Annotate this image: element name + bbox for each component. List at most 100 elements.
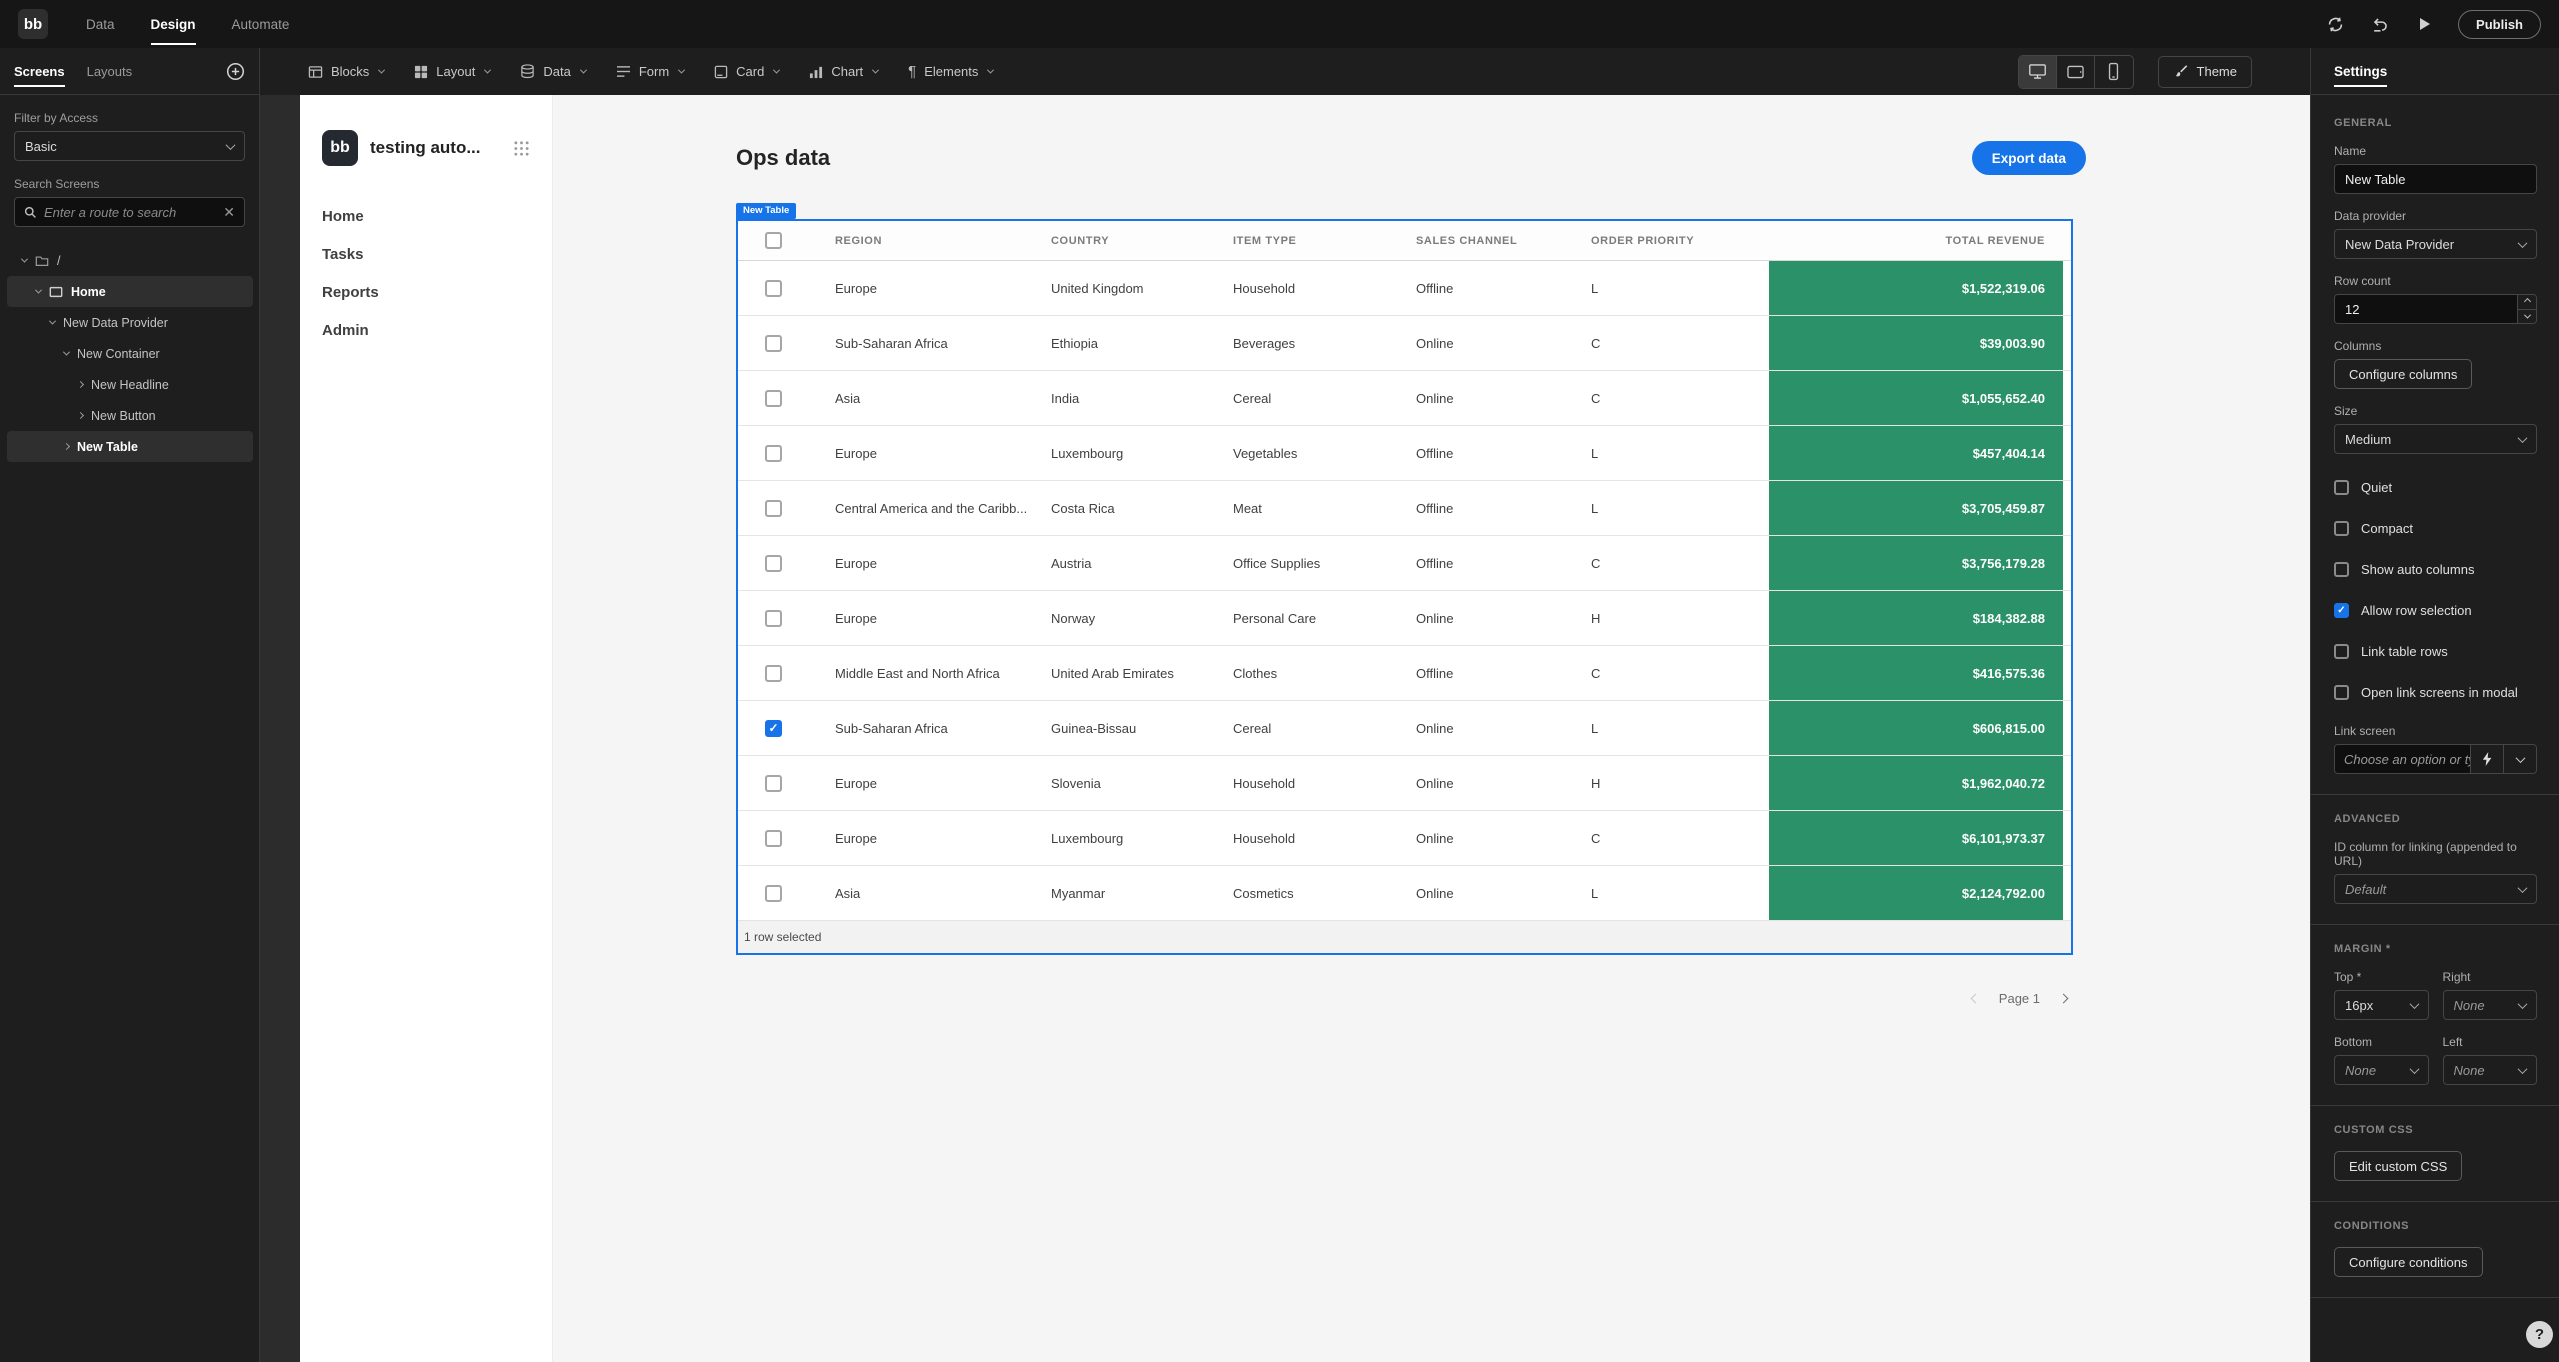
configure-columns-button[interactable]: Configure columns: [2334, 359, 2472, 389]
edit-custom-css-button[interactable]: Edit custom CSS: [2334, 1151, 2462, 1181]
row-checkbox[interactable]: [765, 885, 782, 902]
row-checkbox[interactable]: [765, 445, 782, 462]
checkbox-open-link-screens-in-modal[interactable]: Open link screens in modal: [2334, 685, 2537, 700]
checkbox-allow-row-selection[interactable]: ✓Allow row selection: [2334, 603, 2537, 618]
table-row[interactable]: Sub-Saharan AfricaEthiopiaBeveragesOnlin…: [738, 316, 2071, 371]
row-checkbox[interactable]: [765, 830, 782, 847]
checkbox-box[interactable]: [2334, 562, 2349, 577]
table-row[interactable]: EuropeLuxembourgVegetablesOfflineL$457,4…: [738, 426, 2071, 481]
theme-button[interactable]: Theme: [2158, 56, 2252, 88]
binding-lightning-icon[interactable]: [2470, 745, 2503, 773]
mobile-preview-button[interactable]: [2095, 56, 2133, 88]
size-select[interactable]: Medium: [2334, 424, 2537, 454]
table-row[interactable]: AsiaMyanmarCosmeticsOnlineL$2,124,792.00: [738, 866, 2071, 921]
next-page-icon[interactable]: [2059, 994, 2069, 1004]
table-row[interactable]: ✓Sub-Saharan AfricaGuinea-BissauCerealOn…: [738, 701, 2071, 756]
checkbox-compact[interactable]: Compact: [2334, 521, 2537, 536]
tree-item-new-table[interactable]: New Table: [7, 431, 253, 462]
checkbox-box[interactable]: [2334, 521, 2349, 536]
app-nav-link-reports[interactable]: Reports: [322, 284, 530, 301]
tab-design[interactable]: Design: [151, 0, 196, 48]
chevron-down-icon[interactable]: [63, 349, 70, 356]
row-checkbox[interactable]: [765, 335, 782, 352]
decrement-icon[interactable]: [2518, 310, 2536, 324]
row-checkbox[interactable]: [765, 665, 782, 682]
tree-item-new-data-provider[interactable]: New Data Provider: [7, 307, 253, 338]
tree-item-new-container[interactable]: New Container: [7, 338, 253, 369]
chevron-down-icon[interactable]: [35, 287, 42, 294]
access-filter-select[interactable]: Basic: [14, 131, 245, 161]
drag-handle-icon[interactable]: [513, 140, 530, 157]
row-checkbox[interactable]: [765, 775, 782, 792]
data-provider-select[interactable]: New Data Provider: [2334, 229, 2537, 259]
previous-page-icon[interactable]: [1970, 994, 1980, 1004]
export-data-button[interactable]: Export data: [1972, 141, 2086, 175]
tree-item-home[interactable]: Home: [7, 276, 253, 307]
tree-item-new-headline[interactable]: New Headline: [7, 369, 253, 400]
app-nav-link-home[interactable]: Home: [322, 208, 530, 225]
table-row[interactable]: EuropeSloveniaHouseholdOnlineH$1,962,040…: [738, 756, 2071, 811]
menu-data[interactable]: Data: [520, 64, 585, 79]
column-header-total-revenue[interactable]: TOTAL REVENUE: [1769, 221, 2063, 260]
checkbox-box[interactable]: [2334, 644, 2349, 659]
table-row[interactable]: EuropeLuxembourgHouseholdOnlineC$6,101,9…: [738, 811, 2071, 866]
margin-select-right[interactable]: None: [2443, 990, 2538, 1020]
select-all-checkbox[interactable]: [765, 232, 782, 249]
tab-automate[interactable]: Automate: [232, 0, 290, 48]
tree-item-root[interactable]: /: [7, 245, 253, 276]
desktop-preview-button[interactable]: [2019, 56, 2057, 88]
chevron-down-icon[interactable]: [21, 256, 28, 263]
column-header-order-priority[interactable]: ORDER PRIORITY: [1591, 221, 1769, 260]
app-nav-link-admin[interactable]: Admin: [322, 322, 530, 339]
checkbox-link-table-rows[interactable]: Link table rows: [2334, 644, 2537, 659]
row-checkbox[interactable]: [765, 610, 782, 627]
checkbox-show-auto-columns[interactable]: Show auto columns: [2334, 562, 2537, 577]
menu-form[interactable]: Form: [616, 64, 684, 79]
row-checkbox[interactable]: [765, 280, 782, 297]
row-count-stepper[interactable]: 12: [2334, 294, 2537, 324]
menu-blocks[interactable]: Blocks: [308, 64, 384, 79]
name-input[interactable]: New Table: [2334, 164, 2537, 194]
margin-select-bottom[interactable]: None: [2334, 1055, 2429, 1085]
clear-search-icon[interactable]: ✕: [223, 204, 235, 221]
column-header-region[interactable]: REGION: [835, 221, 1051, 260]
column-header-sales-channel[interactable]: SALES CHANNEL: [1416, 221, 1591, 260]
chevron-right-icon[interactable]: [77, 381, 84, 388]
undo-icon[interactable]: [2371, 15, 2390, 34]
menu-chart[interactable]: Chart: [809, 64, 878, 79]
add-screen-button[interactable]: [226, 62, 245, 81]
table-row[interactable]: AsiaIndiaCerealOnlineC$1,055,652.40: [738, 371, 2071, 426]
tablet-preview-button[interactable]: [2057, 56, 2095, 88]
checkbox-quiet[interactable]: Quiet: [2334, 480, 2537, 495]
configure-conditions-button[interactable]: Configure conditions: [2334, 1247, 2483, 1277]
row-checkbox[interactable]: [765, 555, 782, 572]
tab-settings[interactable]: Settings: [2334, 48, 2387, 95]
table-row[interactable]: EuropeAustriaOffice SuppliesOfflineC$3,7…: [738, 536, 2071, 591]
sync-icon[interactable]: [2326, 15, 2345, 34]
tab-data[interactable]: Data: [86, 0, 115, 48]
chevron-down-icon[interactable]: [49, 318, 56, 325]
link-screen-dropdown-icon[interactable]: [2503, 745, 2536, 773]
screen-search-input[interactable]: Enter a route to search ✕: [14, 197, 245, 227]
row-checkbox[interactable]: [765, 390, 782, 407]
checkbox-box[interactable]: [2334, 685, 2349, 700]
margin-select-top[interactable]: 16px: [2334, 990, 2429, 1020]
chevron-right-icon[interactable]: [63, 443, 70, 450]
publish-button[interactable]: Publish: [2458, 10, 2541, 39]
row-checkbox[interactable]: [765, 500, 782, 517]
tab-screens[interactable]: Screens: [14, 48, 65, 95]
help-button[interactable]: ?: [2526, 1321, 2553, 1348]
table-row[interactable]: Central America and the Caribb...Costa R…: [738, 481, 2071, 536]
row-checkbox[interactable]: ✓: [765, 720, 782, 737]
id-column-select[interactable]: Default: [2334, 874, 2537, 904]
tab-layouts[interactable]: Layouts: [87, 48, 133, 95]
preview-play-icon[interactable]: [2416, 16, 2432, 32]
app-nav-link-tasks[interactable]: Tasks: [322, 246, 530, 263]
table-row[interactable]: Middle East and North AfricaUnited Arab …: [738, 646, 2071, 701]
table-row[interactable]: EuropeNorwayPersonal CareOnlineH$184,382…: [738, 591, 2071, 646]
increment-icon[interactable]: [2518, 295, 2536, 310]
checkbox-box[interactable]: ✓: [2334, 603, 2349, 618]
table-row[interactable]: EuropeUnited KingdomHouseholdOfflineL$1,…: [738, 261, 2071, 316]
column-header-country[interactable]: COUNTRY: [1051, 221, 1233, 260]
checkbox-box[interactable]: [2334, 480, 2349, 495]
